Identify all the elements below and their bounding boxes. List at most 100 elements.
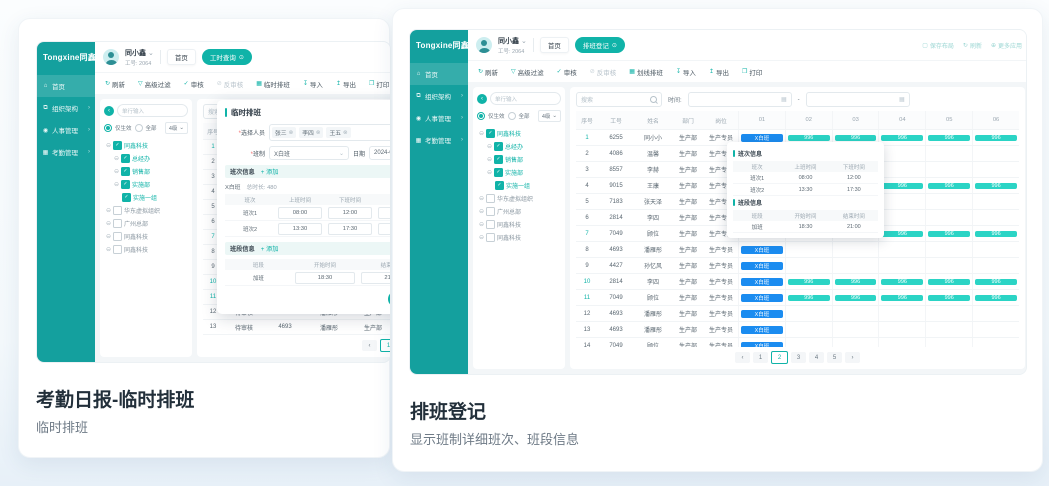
toolbar-schedule-button[interactable]: ▦临时排班 xyxy=(256,79,290,89)
page-button[interactable]: 1 xyxy=(753,352,768,363)
tree-search-input[interactable]: 单行输入 xyxy=(490,92,561,105)
checkbox[interactable]: ✓ xyxy=(121,167,130,176)
confirm-button[interactable]: 确定 xyxy=(388,291,391,307)
toolbar-refresh-button[interactable]: ↻刷新 xyxy=(105,79,125,89)
tree-node-3[interactable]: ⊖✓实施部 xyxy=(104,178,188,191)
sidebar-item-0[interactable]: ⌂首页 xyxy=(410,63,468,85)
shift-badge[interactable]: 996 xyxy=(881,279,923,285)
checkbox[interactable] xyxy=(113,245,122,254)
checkbox[interactable] xyxy=(486,207,495,216)
shift-badge[interactable]: 996 xyxy=(928,231,970,237)
expand-icon[interactable]: ⊖ xyxy=(106,233,111,240)
radio-all[interactable] xyxy=(508,112,516,120)
seq-cell[interactable]: 3 xyxy=(576,162,598,177)
date-from-input[interactable]: ▦ xyxy=(688,92,792,107)
checkbox[interactable]: ✓ xyxy=(113,141,122,150)
sidebar-item-0[interactable]: ⌂首页 xyxy=(37,75,95,97)
remove-tag-icon[interactable]: ⊗ xyxy=(316,130,321,136)
expand-icon[interactable]: ⊖ xyxy=(114,168,119,175)
shift-badge[interactable]: 996 xyxy=(788,279,830,285)
sidebar-item-2[interactable]: ◉人事管理› xyxy=(410,107,468,129)
toolbar-import-button[interactable]: ↧导入 xyxy=(303,79,323,89)
seq-cell[interactable]: 1 xyxy=(576,130,598,145)
sidebar-item-3[interactable]: ▦考勤管理› xyxy=(410,129,468,151)
collapse-icon[interactable]: ‹ xyxy=(477,94,487,104)
seq-cell[interactable]: 4 xyxy=(576,178,598,193)
time-input[interactable]: 17:30 xyxy=(328,223,372,235)
seq-cell[interactable]: 2 xyxy=(576,146,598,161)
page-button[interactable]: 5 xyxy=(827,352,842,363)
time-input[interactable]: 08:00 xyxy=(278,207,322,219)
time-input[interactable]: 18:30 xyxy=(295,272,356,284)
shift-badge[interactable]: 996 xyxy=(928,295,970,301)
tree-node-5[interactable]: ⊖华东虚拟组织 xyxy=(104,204,188,217)
seq-cell[interactable]: 5 xyxy=(576,194,598,209)
time-input[interactable]: 13:30 xyxy=(278,223,322,235)
tab-home[interactable]: 首页 xyxy=(540,37,569,53)
page-button[interactable]: 3 xyxy=(791,352,806,363)
checkbox[interactable]: ✓ xyxy=(486,129,495,138)
header-link-1[interactable]: ↻刷新 xyxy=(963,41,982,50)
tree-node-6[interactable]: ⊖广州总部 xyxy=(477,205,561,218)
user-block[interactable]: 同小鑫 ⌄工号: 2064 xyxy=(498,36,527,55)
remove-tag-icon[interactable]: ⊗ xyxy=(289,130,294,136)
shift-badge[interactable]: 996 xyxy=(975,279,1017,285)
tree-node-3[interactable]: ⊖✓实施部 xyxy=(477,166,561,179)
shift-badge[interactable]: 996 xyxy=(975,135,1017,141)
add-segment-link[interactable]: + 添加 xyxy=(261,244,279,253)
shift-badge[interactable]: 996 xyxy=(928,279,970,285)
feature-card-shift-register[interactable]: Tongxine同鑫⌂首页⧉组织架构›◉人事管理›▦考勤管理›同小鑫 ⌄工号: … xyxy=(392,8,1043,472)
seq-cell[interactable]: 7 xyxy=(576,226,598,241)
expand-icon[interactable]: ⊖ xyxy=(114,181,119,188)
page-button[interactable]: 4 xyxy=(809,352,824,363)
checkbox[interactable] xyxy=(486,220,495,229)
tab-home[interactable]: 首页 xyxy=(167,49,196,65)
shift-badge[interactable]: 996 xyxy=(835,295,877,301)
checkbox[interactable]: ✓ xyxy=(494,168,503,177)
tree-node-8[interactable]: ⊖同鑫科技 xyxy=(477,231,561,244)
checkbox[interactable]: ✓ xyxy=(121,154,130,163)
checkbox[interactable] xyxy=(113,232,122,241)
shift-select[interactable]: X白班⌄ xyxy=(269,146,349,160)
shift-badge[interactable]: 996 xyxy=(975,231,1017,237)
tree-search-input[interactable]: 单行输入 xyxy=(117,104,188,117)
seq-cell[interactable]: 13 xyxy=(203,320,223,334)
time-input[interactable]: 21:00 xyxy=(361,272,391,284)
tree-node-1[interactable]: ⊖✓总经办 xyxy=(104,152,188,165)
user-block[interactable]: 同小鑫 ⌄工号: 2064 xyxy=(125,48,154,67)
checkbox[interactable]: ✓ xyxy=(494,142,503,151)
tree-node-2[interactable]: ⊖✓销售部 xyxy=(104,165,188,178)
add-shift-link[interactable]: + 添加 xyxy=(261,167,279,176)
level-select[interactable]: 4级⌄ xyxy=(165,122,188,134)
shift-badge[interactable]: 996 xyxy=(928,135,970,141)
seq-cell[interactable]: 11 xyxy=(576,290,598,305)
avatar[interactable] xyxy=(476,37,492,53)
seq-cell[interactable]: 6 xyxy=(576,210,598,225)
tree-node-1[interactable]: ⊖✓总经办 xyxy=(477,140,561,153)
collapse-icon[interactable]: ‹ xyxy=(104,106,114,116)
checkbox[interactable] xyxy=(486,194,495,203)
shift-badge[interactable]: 996 xyxy=(881,295,923,301)
expand-icon[interactable]: ⊖ xyxy=(479,208,484,215)
radio-active-only[interactable] xyxy=(477,112,485,120)
remove-tag-icon[interactable]: ⊗ xyxy=(343,130,348,136)
shift-badge[interactable]: X白班 xyxy=(741,278,783,286)
expand-icon[interactable]: ⊖ xyxy=(479,221,484,228)
checkbox[interactable]: ✓ xyxy=(495,181,504,190)
page-button[interactable]: 1 xyxy=(380,339,391,352)
tree-node-7[interactable]: ⊖同鑫科技 xyxy=(104,230,188,243)
seq-cell[interactable]: 8 xyxy=(576,242,598,257)
header-link-2[interactable]: ⊕更多应用 xyxy=(991,41,1022,50)
date-to-input[interactable]: ▦ xyxy=(806,92,910,107)
shift-badge[interactable]: 996 xyxy=(928,183,970,189)
expand-icon[interactable]: ⊖ xyxy=(479,195,484,202)
seq-cell[interactable]: 10 xyxy=(576,274,598,289)
tree-node-4[interactable]: ✓实施一组 xyxy=(104,191,188,204)
shift-badge[interactable]: 996 xyxy=(881,135,923,141)
tree-node-6[interactable]: ⊖广州总部 xyxy=(104,217,188,230)
expand-icon[interactable]: ⊖ xyxy=(479,234,484,241)
time-input[interactable]: 12:00 xyxy=(328,207,372,219)
tree-node-2[interactable]: ⊖✓销售部 xyxy=(477,153,561,166)
sidebar-item-2[interactable]: ◉人事管理› xyxy=(37,119,95,141)
primary-action-button[interactable]: 工时查询⊙ xyxy=(202,49,252,65)
